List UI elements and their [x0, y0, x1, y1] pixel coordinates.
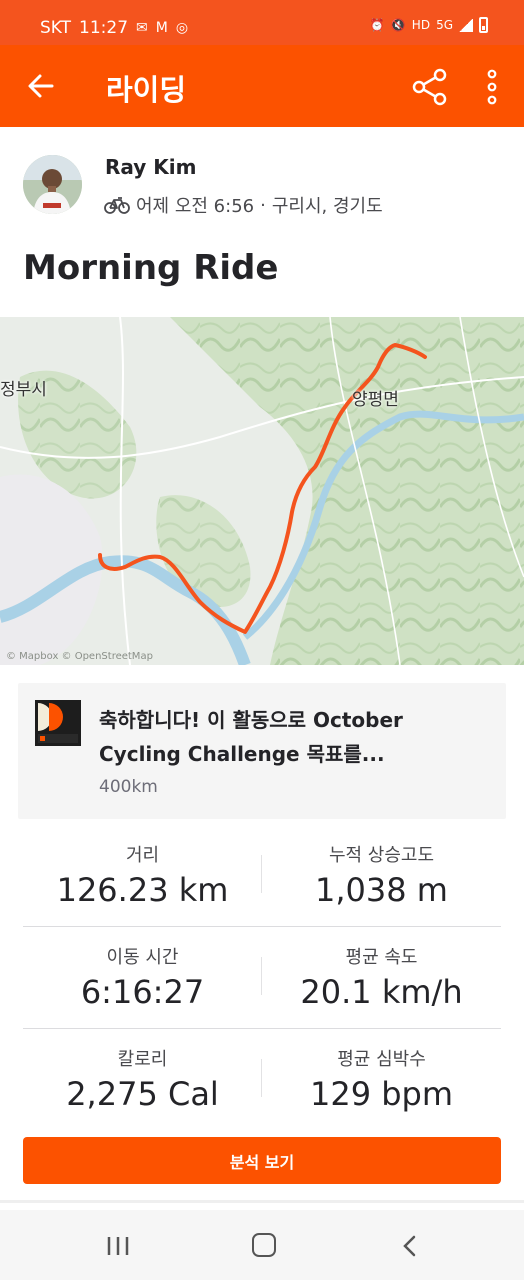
achievement-text: 축하합니다! 이 활동으로 October Cycling Challenge … — [99, 708, 403, 766]
battery-icon — [479, 17, 488, 33]
map-label-west: 정부시 — [0, 380, 47, 400]
stat-label: 거리 — [125, 845, 160, 866]
gmail-icon: M — [155, 20, 168, 36]
recent-apps-button[interactable] — [106, 1236, 130, 1256]
athlete-name[interactable]: Ray Kim — [105, 155, 196, 179]
stat-label: 칼로리 — [117, 1049, 168, 1070]
5g-icon: 5G — [436, 18, 453, 32]
more-options-button[interactable] — [478, 67, 506, 107]
map-label-east: 양평면 — [352, 390, 399, 410]
meta-separator: · — [260, 194, 266, 216]
stat-avg-speed: 평균 속도 20.1 km/h — [262, 927, 501, 1029]
stats-row: 거리 126.23 km 누적 상승고도 1,038 m — [23, 825, 501, 927]
challenge-badge — [35, 700, 81, 746]
stat-label: 평균 속도 — [345, 947, 418, 968]
more-vertical-icon — [487, 69, 497, 105]
map-attribution: © Mapbox © OpenStreetMap — [6, 651, 153, 662]
section-divider — [0, 1200, 524, 1203]
stat-label: 누적 상승고도 — [328, 845, 435, 866]
activity-time: 어제 오전 6:56 — [136, 196, 255, 217]
bike-icon — [104, 197, 130, 214]
mute-icon: 🔇 — [390, 18, 406, 32]
alarm-icon: ⏰ — [369, 18, 385, 32]
signal-icon — [459, 18, 473, 32]
route-map[interactable]: 정부시 양평면 © Mapbox © OpenStreetMap — [0, 317, 524, 665]
stats-row: 이동 시간 6:16:27 평균 속도 20.1 km/h — [23, 927, 501, 1029]
view-analysis-button[interactable]: 분석 보기 — [23, 1137, 501, 1184]
stats-grid: 거리 126.23 km 누적 상승고도 1,038 m 이동 시간 6:16:… — [23, 825, 501, 1131]
hd-voice-icon: HD — [411, 18, 431, 32]
stat-value: 1,038 m — [315, 871, 448, 909]
status-right: ⏰ 🔇 HD 5G — [370, 17, 488, 33]
stat-label: 평균 심박수 — [337, 1049, 426, 1070]
notification-icon: ✉ — [136, 20, 148, 36]
clock: 11:27 — [79, 18, 129, 38]
stat-calories: 칼로리 2,275 Cal — [23, 1029, 262, 1131]
stat-elevation-gain: 누적 상승고도 1,038 m — [262, 825, 501, 927]
stats-row: 칼로리 2,275 Cal 평균 심박수 129 bpm — [23, 1029, 501, 1131]
recent-apps-icon — [107, 1237, 129, 1255]
back-button[interactable] — [24, 69, 58, 103]
activity-title: Morning Ride — [23, 248, 279, 288]
avatar[interactable] — [23, 155, 82, 214]
stat-value: 126.23 km — [56, 871, 229, 909]
stat-value: 2,275 Cal — [66, 1075, 219, 1113]
stat-value: 6:16:27 — [80, 973, 205, 1011]
map-canvas — [0, 317, 524, 665]
activity-meta: 어제 오전 6:56 · 구리시, 경기도 — [104, 192, 383, 218]
activity-location: 구리시, 경기도 — [271, 196, 383, 217]
chevron-left-icon — [403, 1235, 416, 1257]
stat-value: 129 bpm — [309, 1075, 454, 1113]
arrow-left-icon — [28, 74, 54, 98]
achievement-subtext: 400km — [99, 777, 158, 797]
achievement-card[interactable]: 축하합니다! 이 활동으로 October Cycling Challenge … — [18, 683, 506, 819]
share-icon — [412, 68, 447, 106]
stat-moving-time: 이동 시간 6:16:27 — [23, 927, 262, 1029]
system-back-button[interactable] — [400, 1234, 420, 1258]
system-nav-bar — [0, 1210, 524, 1280]
stat-avg-heart-rate: 평균 심박수 129 bpm — [262, 1029, 501, 1131]
share-button[interactable] — [410, 67, 450, 107]
carrier-label: SKT — [40, 18, 72, 38]
avatar-image — [23, 155, 82, 214]
stat-value: 20.1 km/h — [300, 973, 463, 1011]
page-title: 라이딩 — [106, 73, 187, 107]
home-button[interactable] — [252, 1233, 276, 1257]
app-bar: 라이딩 — [0, 45, 524, 127]
status-left: SKT 11:27 ✉ M ◎ — [40, 18, 188, 38]
challenge-badge-icon — [35, 700, 81, 746]
whatsapp-icon: ◎ — [175, 20, 189, 36]
stat-label: 이동 시간 — [106, 947, 179, 968]
stat-distance: 거리 126.23 km — [23, 825, 262, 927]
status-bar: SKT 11:27 ✉ M ◎ ⏰ 🔇 HD 5G — [0, 0, 524, 45]
